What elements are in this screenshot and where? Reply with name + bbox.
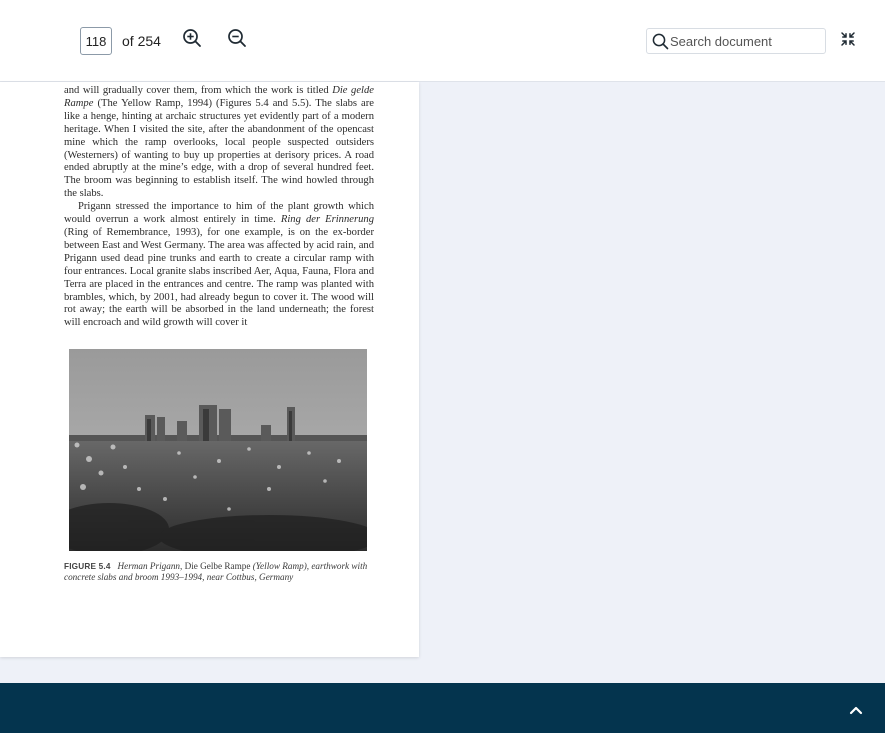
viewer-toolbar: of 254 xyxy=(0,0,885,82)
zoom-out-icon xyxy=(228,29,246,47)
figure-caption: FIGURE 5.4 Herman Prigann, Die Gelbe Ram… xyxy=(64,561,368,582)
collapse-icon xyxy=(841,32,855,46)
figure-photo xyxy=(69,349,367,551)
search-box xyxy=(646,28,826,54)
page-total-label: of 254 xyxy=(122,33,161,49)
zoom-out-button[interactable] xyxy=(225,26,249,50)
footer-bar xyxy=(0,683,885,733)
body-text: and will gradually cover them, from whic… xyxy=(64,85,374,330)
search-icon xyxy=(652,33,669,50)
paragraph-1: and will gradually cover them, from whic… xyxy=(64,85,374,200)
document-page: and will gradually cover them, from whic… xyxy=(0,82,419,657)
page-number-input[interactable] xyxy=(80,27,112,55)
zoom-in-button[interactable] xyxy=(180,26,204,50)
search-input[interactable] xyxy=(670,31,820,51)
figure-label: FIGURE 5.4 xyxy=(64,562,111,571)
chevron-up-icon[interactable] xyxy=(848,703,864,717)
zoom-in-icon xyxy=(183,29,201,47)
collapse-button[interactable] xyxy=(836,27,860,51)
paragraph-2: Prigann stressed the importance to him o… xyxy=(64,201,374,329)
